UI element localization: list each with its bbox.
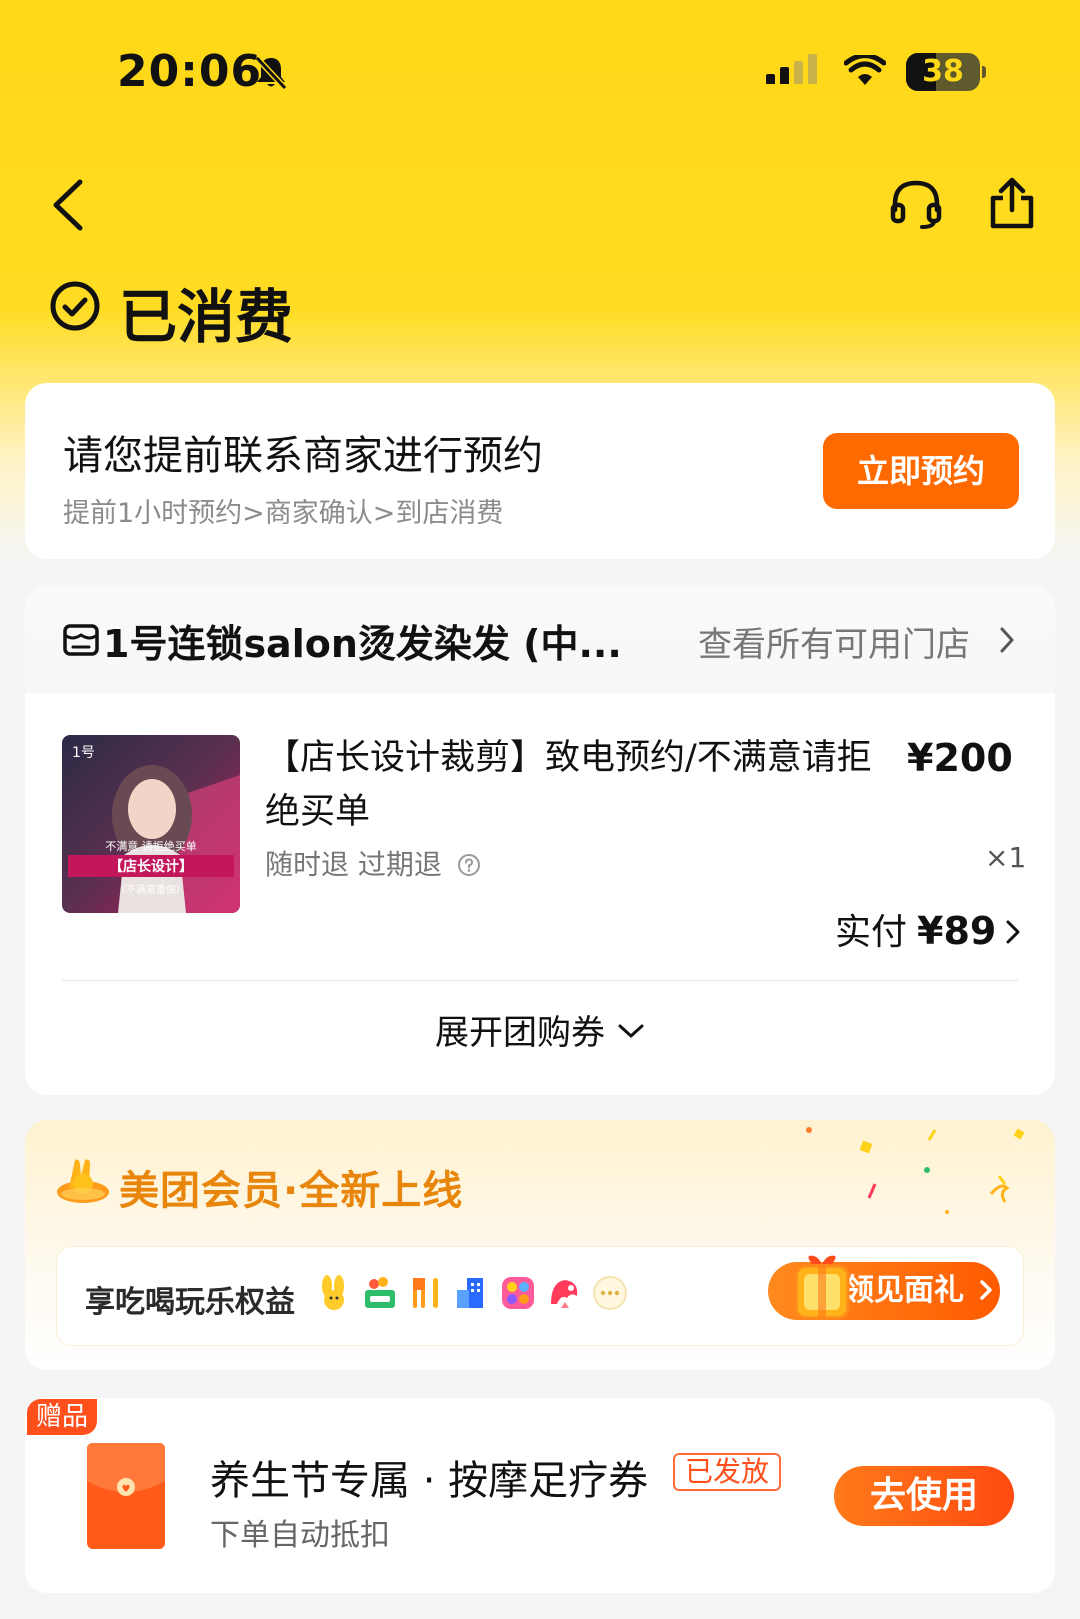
- paid-label: 实付: [835, 912, 908, 953]
- appointment-title: 请您提前联系商家进行预约: [63, 433, 543, 479]
- bell-off-icon: [254, 55, 288, 90]
- appointment-card: 请您提前联系商家进行预约 提前1小时预约>商家确认>到店消费 立即预约: [25, 383, 1055, 559]
- refund-tags: 随时退 过期退: [265, 843, 481, 883]
- meituan-member-logo-icon: [57, 1159, 109, 1203]
- gift-box-icon: [794, 1255, 850, 1320]
- product-price: ¥200: [907, 736, 1013, 780]
- chevron-right-icon: [1000, 627, 1014, 653]
- confetti-decoration: [806, 1127, 1025, 1214]
- svg-text:1号: 1号: [72, 745, 95, 761]
- refund-tags-label: 随时退 过期退: [265, 848, 442, 881]
- status-time: 20:06: [117, 46, 263, 97]
- store-name: 1号连锁salon烫发染发 (中...: [103, 622, 622, 666]
- dining-icon: [413, 1278, 438, 1308]
- red-envelope-icon: ♥: [87, 1443, 165, 1549]
- divider: [62, 980, 1018, 981]
- issued-badge: 已发放: [673, 1453, 782, 1491]
- benefits-label: 享吃喝玩乐权益: [85, 1285, 295, 1320]
- check-circle-icon: [50, 281, 100, 331]
- expand-vouchers-button[interactable]: 展开团购券: [25, 985, 1055, 1081]
- help-circle-icon[interactable]: [457, 853, 481, 877]
- svg-text:♥: ♥: [122, 1484, 131, 1495]
- more-icon: [593, 1276, 627, 1310]
- wifi-icon: [844, 55, 886, 85]
- membership-title: 美团会员·全新上线: [119, 1168, 464, 1214]
- view-all-stores-link[interactable]: 查看所有可用门店: [698, 617, 970, 666]
- product-image-text-bot: （不满意重做）: [116, 883, 186, 896]
- product-image-text-top: 不满意 请拒绝买单: [105, 839, 197, 853]
- order-card: 1号连锁salon烫发染发 (中... 查看所有可用门店 1号 不满意 请拒绝买…: [25, 585, 1055, 1095]
- chevron-right-icon: [1006, 920, 1020, 944]
- benefit-icons: [315, 1273, 629, 1313]
- store-row[interactable]: 1号连锁salon烫发染发 (中... 查看所有可用门店: [25, 585, 1055, 693]
- cellular-signal-icon: [766, 54, 817, 88]
- product-title[interactable]: 【店长设计裁剪】致电预约/不满意请拒绝买单: [265, 731, 895, 839]
- product-quantity: ×1: [985, 841, 1027, 874]
- voucher-subtitle: 下单自动抵扣: [210, 1518, 390, 1553]
- battery-level: 38: [922, 54, 964, 89]
- store-icon: [63, 624, 99, 656]
- order-status-title: 已消费: [119, 283, 294, 351]
- paid-amount-row[interactable]: 实付 ¥89: [835, 903, 1022, 955]
- grocery-icon: [365, 1277, 395, 1308]
- flower-icon: [551, 1280, 578, 1308]
- product-image[interactable]: 1号 不满意 请拒绝买单 【店长设计】 （不满意重做）: [62, 735, 240, 913]
- expand-vouchers-label: 展开团购券: [435, 1013, 605, 1053]
- voucher-title: 养生节专属 · 按摩足疗券: [210, 1458, 649, 1504]
- membership-card[interactable]: 美团会员·全新上线 享吃喝玩乐权益: [25, 1120, 1055, 1370]
- headset-icon[interactable]: [889, 178, 943, 230]
- gift-tag: 赠品: [27, 1399, 97, 1435]
- paid-amount: ¥89: [917, 909, 997, 953]
- chevron-right-icon: [980, 1280, 993, 1300]
- use-voucher-button[interactable]: 去使用: [834, 1466, 1014, 1526]
- product-image-text-mid: 【店长设计】: [109, 858, 193, 875]
- games-icon: [502, 1277, 534, 1309]
- bunny-icon: [322, 1275, 344, 1310]
- battery-indicator: 38: [906, 53, 986, 91]
- claim-gift-label: 领见面礼: [844, 1273, 964, 1308]
- hotel-icon: [457, 1278, 483, 1308]
- book-now-button[interactable]: 立即预约: [823, 433, 1019, 509]
- chevron-left-icon[interactable]: [48, 178, 88, 232]
- chevron-down-icon: [618, 1024, 644, 1038]
- appointment-steps: 提前1小时预约>商家确认>到店消费: [63, 498, 504, 529]
- share-icon[interactable]: [988, 176, 1036, 230]
